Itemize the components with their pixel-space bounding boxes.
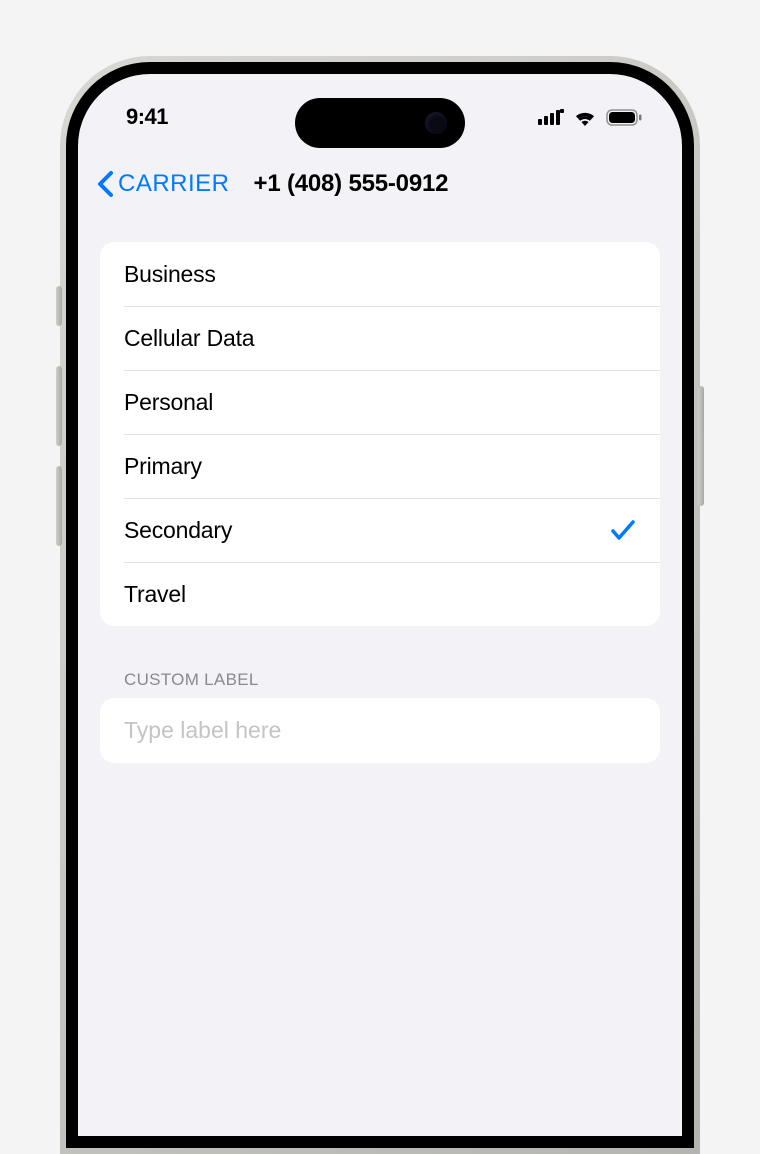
wifi-icon — [573, 109, 597, 126]
label-option-cellular-data[interactable]: Cellular Data — [100, 306, 660, 370]
side-button-volume-down — [56, 466, 62, 546]
screen: 9:41 — [78, 74, 682, 1136]
label-option-primary[interactable]: Primary — [100, 434, 660, 498]
label-option-personal[interactable]: Personal — [100, 370, 660, 434]
custom-label-header: CUSTOM LABEL — [124, 670, 636, 690]
chevron-left-icon — [96, 170, 116, 198]
label-option-business[interactable]: Business — [100, 242, 660, 306]
label-text: Personal — [124, 389, 213, 416]
side-button-volume-up — [56, 366, 62, 446]
status-time: 9:41 — [126, 104, 168, 130]
label-text: Business — [124, 261, 216, 288]
side-button-power — [698, 386, 704, 506]
custom-label-input[interactable] — [124, 717, 636, 744]
dynamic-island — [295, 98, 465, 148]
label-text: Cellular Data — [124, 325, 254, 352]
label-option-secondary[interactable]: Secondary — [100, 498, 660, 562]
side-button-silent — [56, 286, 62, 326]
checkmark-icon — [610, 518, 636, 542]
label-option-travel[interactable]: Travel — [100, 562, 660, 626]
custom-label-group — [100, 698, 660, 763]
back-label: CARRIER — [118, 170, 230, 198]
nav-title: +1 (408) 555-0912 — [254, 170, 449, 198]
phone-frame: 9:41 — [60, 56, 700, 1154]
cellular-icon — [538, 109, 564, 125]
status-icons — [538, 109, 642, 126]
back-button[interactable]: CARRIER — [96, 170, 230, 198]
phone-bezel: 9:41 — [66, 62, 694, 1148]
label-text: Secondary — [124, 517, 232, 544]
label-text: Travel — [124, 581, 186, 608]
battery-icon — [606, 109, 642, 126]
nav-header: CARRIER +1 (408) 555-0912 — [78, 146, 682, 216]
labels-list: Business Cellular Data Personal Primary … — [100, 242, 660, 626]
label-text: Primary — [124, 453, 202, 480]
